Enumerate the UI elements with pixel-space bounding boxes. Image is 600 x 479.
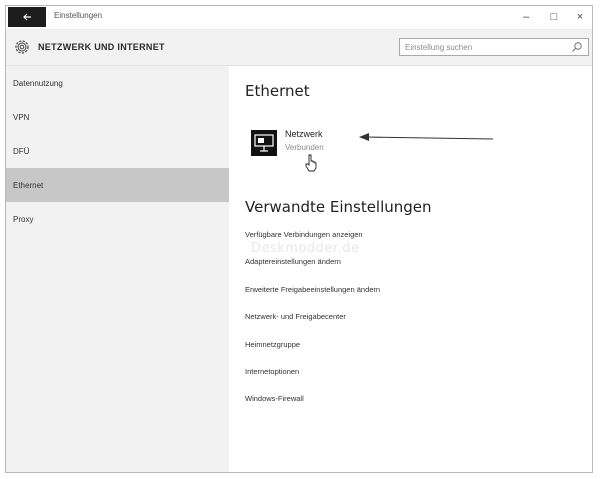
link-erweiterte-freigabeeinstellungen[interactable]: Erweiterte Freigabeeinstellungen ändern	[245, 285, 380, 294]
main-content: Ethernet Netzwerk Verbunden Verwandte Ei…	[229, 66, 592, 472]
search-box[interactable]	[399, 38, 589, 56]
window-title: Einstellungen	[54, 11, 103, 20]
related-settings-title: Verwandte Einstellungen	[245, 198, 432, 216]
network-name: Netzwerk	[285, 129, 323, 139]
annotation-arrow-icon	[359, 133, 494, 141]
sidebar-item-label: DFÜ	[13, 146, 30, 156]
hand-cursor-icon	[305, 154, 317, 172]
link-heimnetzgruppe[interactable]: Heimnetzgruppe	[245, 340, 300, 349]
link-internetoptionen[interactable]: Internetoptionen	[245, 367, 299, 376]
minimize-button[interactable]: –	[512, 7, 540, 27]
search-icon[interactable]	[571, 41, 583, 53]
page-title: NETZWERK UND INTERNET	[38, 42, 165, 52]
title-bar: Einstellungen – □ ×	[6, 6, 592, 30]
link-adaptereinstellungen[interactable]: Adaptereinstellungen ändern	[245, 257, 341, 266]
back-button[interactable]	[8, 7, 46, 27]
sidebar-item-proxy[interactable]: Proxy	[6, 202, 229, 236]
gear-icon	[15, 40, 29, 54]
maximize-button[interactable]: □	[540, 7, 568, 27]
watermark: Deskmodder.de	[251, 241, 360, 256]
back-arrow-icon	[23, 13, 31, 21]
close-button[interactable]: ×	[566, 7, 592, 27]
sidebar: Datennutzung VPN DFÜ Ethernet Proxy	[6, 66, 229, 472]
network-status: Verbunden	[285, 143, 324, 152]
sidebar-item-dfue[interactable]: DFÜ	[6, 134, 229, 168]
network-tile[interactable]: Netzwerk Verbunden	[251, 126, 351, 162]
link-windows-firewall[interactable]: Windows-Firewall	[245, 394, 304, 403]
sidebar-item-datennutzung[interactable]: Datennutzung	[6, 66, 229, 100]
search-input[interactable]	[400, 39, 565, 55]
sidebar-item-label: Datennutzung	[13, 78, 63, 88]
link-verfuegbare-verbindungen[interactable]: Verfügbare Verbindungen anzeigen	[245, 230, 363, 239]
page-header: NETZWERK UND INTERNET	[6, 30, 592, 66]
link-netzwerk-freigabecenter[interactable]: Netzwerk- und Freigabecenter	[245, 312, 346, 321]
sidebar-item-label: Proxy	[13, 214, 34, 224]
sidebar-item-label: VPN	[13, 112, 30, 122]
settings-window: Einstellungen – □ × NETZWERK UND INTERNE…	[5, 5, 593, 473]
ethernet-network-icon	[251, 130, 277, 156]
sidebar-item-label: Ethernet	[13, 180, 44, 190]
sidebar-item-vpn[interactable]: VPN	[6, 100, 229, 134]
sidebar-item-ethernet[interactable]: Ethernet	[6, 168, 229, 202]
section-title: Ethernet	[245, 82, 310, 100]
